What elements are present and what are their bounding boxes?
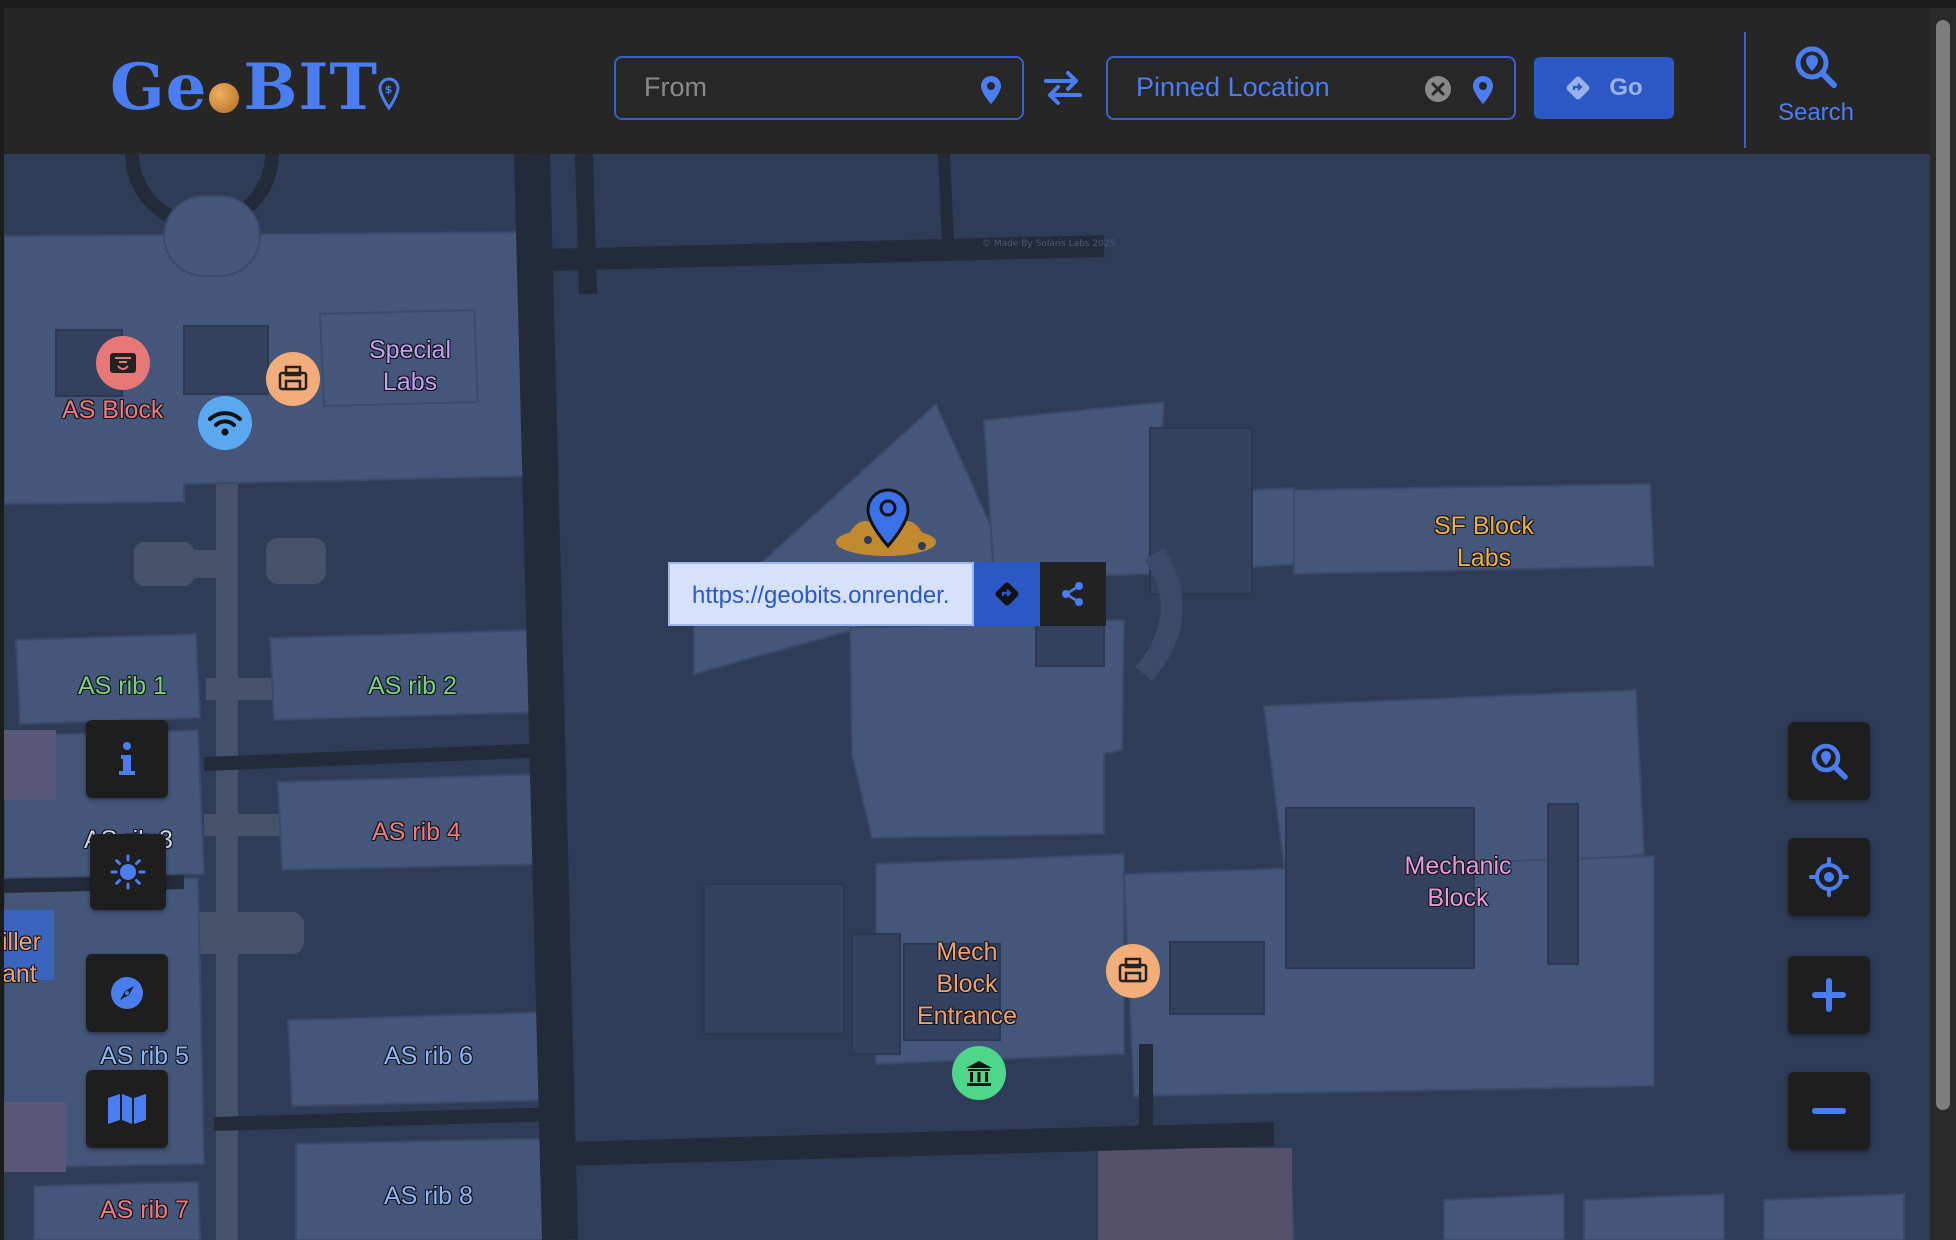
compass-icon (111, 977, 143, 1009)
compass-button[interactable] (86, 954, 168, 1032)
page-scrollbar[interactable] (1930, 8, 1956, 1240)
locate-me-button[interactable] (1788, 838, 1870, 916)
label-partial-edge[interactable]: iller ant (4, 926, 46, 990)
label-as-rib-6[interactable]: AS rib 6 (384, 1040, 473, 1072)
sun-icon (110, 854, 146, 890)
zoom-search-icon (1811, 743, 1848, 780)
to-location-pin-icon[interactable] (1472, 75, 1494, 105)
logo-text-right: BIT (243, 49, 379, 125)
map-icon (108, 1094, 146, 1124)
clear-icon[interactable] (1424, 75, 1452, 103)
top-bar: Ge BIT $ From Pinned Location Go Search (4, 8, 1930, 154)
share-icon (1062, 582, 1083, 606)
share-button[interactable] (1040, 562, 1106, 626)
label-as-rib-7[interactable]: AS rib 7 (100, 1194, 189, 1226)
go-button[interactable]: Go (1534, 57, 1674, 119)
zoom-in-button[interactable] (1788, 956, 1870, 1034)
plus-icon (1812, 978, 1846, 1012)
scrollbar-thumb[interactable] (1936, 20, 1950, 1110)
map-layers-button[interactable] (86, 1070, 168, 1148)
app-page: Ge BIT $ From Pinned Location Go Search … (0, 0, 1956, 1240)
share-popup: https://geobits.onrender. (668, 562, 1108, 626)
cafe-icon[interactable] (96, 336, 150, 390)
label-mechanic-block[interactable]: Mechanic Block (1388, 850, 1528, 914)
label-as-block[interactable]: AS Block (62, 394, 163, 426)
theme-toggle-button[interactable] (90, 834, 166, 910)
app-logo[interactable]: Ge BIT $ (110, 42, 400, 132)
zoom-out-button[interactable] (1788, 1072, 1870, 1150)
label-mech-block-entrance[interactable]: Mech Block Entrance (904, 936, 1030, 1032)
label-as-rib-1[interactable]: AS rib 1 (78, 670, 167, 702)
label-as-rib-2[interactable]: AS rib 2 (368, 670, 457, 702)
from-input[interactable]: From (614, 56, 1024, 120)
search-button[interactable]: Search (1776, 44, 1856, 134)
go-label: Go (1609, 74, 1643, 101)
museum-icon[interactable] (952, 1046, 1006, 1100)
info-button[interactable] (86, 720, 168, 798)
to-value: Pinned Location (1136, 72, 1330, 102)
search-location-icon (1795, 46, 1837, 88)
logo-text-left: Ge (110, 49, 208, 125)
globe-icon (209, 83, 240, 113)
share-directions-button[interactable] (974, 562, 1040, 626)
directions-icon (995, 582, 1019, 606)
map-attribution: © Made By Solaris Labs 2025 (982, 239, 1115, 249)
directions-icon (1566, 76, 1590, 100)
header-divider (1744, 32, 1746, 148)
svg-text:$: $ (385, 83, 394, 96)
swap-icon[interactable] (1042, 70, 1084, 106)
locate-icon (1809, 857, 1849, 897)
label-as-rib-4[interactable]: AS rib 4 (372, 816, 461, 848)
campus-map[interactable]: © Made By Solaris Labs 2025 AS Block Spe… (4, 154, 1930, 1240)
label-special-labs[interactable]: Special Labs (350, 334, 470, 398)
from-placeholder: From (644, 72, 707, 102)
info-icon (119, 742, 135, 775)
from-location-pin-icon[interactable] (980, 75, 1002, 105)
printer-icon[interactable] (1106, 944, 1160, 998)
label-as-rib-5[interactable]: AS rib 5 (100, 1040, 189, 1072)
share-url-field[interactable]: https://geobits.onrender. (668, 562, 974, 626)
pinned-location-marker-icon[interactable] (826, 488, 946, 564)
label-as-rib-8[interactable]: AS rib 8 (384, 1180, 473, 1212)
zoom-search-button[interactable] (1788, 722, 1870, 800)
wifi-icon[interactable] (198, 396, 252, 450)
to-input[interactable]: Pinned Location (1106, 56, 1516, 120)
search-label: Search (1777, 99, 1855, 126)
printer-icon[interactable] (266, 352, 320, 406)
minus-icon (1812, 1108, 1846, 1114)
logo-pin-icon: $ (378, 77, 400, 119)
label-sf-block-labs[interactable]: SF Block Labs (1424, 510, 1544, 574)
